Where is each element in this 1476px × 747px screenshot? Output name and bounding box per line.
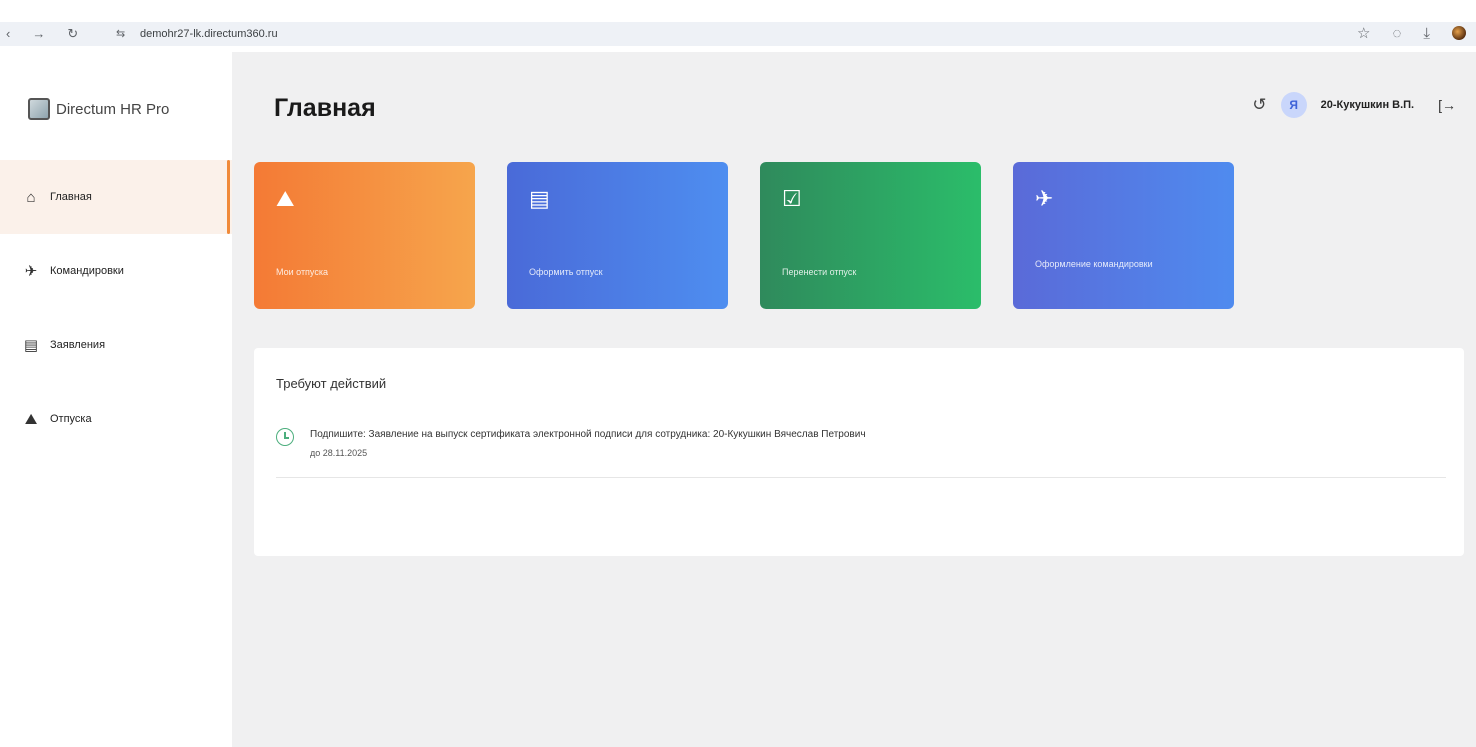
tile-reschedule-vacation[interactable]: ☑ Перенести отпуск bbox=[760, 162, 981, 309]
sidebar-item-label: Главная bbox=[50, 191, 92, 203]
calendar-check-icon: ☑ bbox=[782, 186, 802, 211]
extensions-icon[interactable]: ◌ bbox=[1392, 25, 1401, 42]
logout-icon[interactable]: [→ bbox=[1438, 97, 1456, 113]
sidebar-item-vacations[interactable]: ⛰ Отпуска bbox=[0, 382, 232, 456]
history-icon[interactable]: ↺ bbox=[1252, 95, 1266, 115]
plane-icon: ✈ bbox=[1035, 186, 1054, 211]
tile-my-vacations[interactable]: ⛰ Мои отпуска bbox=[254, 162, 475, 309]
sidebar-item-home[interactable]: ⌂ Главная bbox=[0, 160, 232, 234]
sidebar-item-label: Командировки bbox=[50, 265, 124, 277]
page-title: Главная bbox=[274, 94, 376, 122]
tile-request-vacation[interactable]: ▤ Оформить отпуск bbox=[507, 162, 728, 309]
logo-icon bbox=[28, 98, 50, 120]
browser-toolbar: ‹ → ↻ ⇆ demohr27-lk.directum360.ru ☆ ◌ ⤓ bbox=[0, 0, 1476, 52]
tile-business-trip[interactable]: ✈ Оформление командировки bbox=[1013, 162, 1234, 309]
sidebar-nav: ⌂ Главная ✈ Командировки ▤ Заявления ⛰ О… bbox=[0, 160, 232, 456]
mountains-icon: ⛰ bbox=[24, 410, 38, 428]
clock-icon bbox=[276, 428, 294, 446]
star-icon[interactable]: ☆ bbox=[1357, 24, 1370, 42]
logo[interactable]: Directum HR Pro bbox=[28, 98, 169, 120]
tile-label: Оформить отпуск bbox=[529, 267, 603, 277]
avatar[interactable]: Я bbox=[1280, 92, 1307, 118]
list-item[interactable]: Подпишите: Заявление на выпуск сертифика… bbox=[276, 426, 1446, 478]
forward-icon[interactable]: → bbox=[32, 26, 45, 42]
tile-label: Оформление командировки bbox=[1035, 259, 1153, 269]
panel-title: Требуют действий bbox=[276, 376, 387, 391]
sidebar: Directum HR Pro ⌂ Главная ✈ Командировки… bbox=[0, 52, 232, 747]
document-icon: ▤ bbox=[529, 186, 550, 211]
sidebar-item-business-trips[interactable]: ✈ Командировки bbox=[0, 234, 232, 308]
action-text[interactable]: Подпишите: Заявление на выпуск сертифика… bbox=[310, 429, 866, 440]
logo-text: Directum HR Pro bbox=[56, 100, 170, 118]
back-icon[interactable]: ‹ bbox=[6, 26, 10, 42]
action-due-date: до 28.11.2025 bbox=[310, 448, 368, 458]
tile-label: Перенести отпуск bbox=[782, 267, 857, 277]
user-name[interactable]: 20-Кукушкин В.П. bbox=[1321, 99, 1414, 111]
url-text[interactable]: demohr27-lk.directum360.ru bbox=[140, 28, 278, 40]
site-settings-icon[interactable]: ⇆ bbox=[116, 27, 125, 40]
profile-icon[interactable] bbox=[1452, 26, 1466, 40]
header-user-area: ↺ Я 20-Кукушкин В.П. [→ bbox=[1252, 92, 1456, 118]
clipboard-icon: ▤ bbox=[23, 337, 39, 354]
sidebar-item-label: Заявления bbox=[50, 339, 106, 351]
download-icon[interactable]: ⤓ bbox=[1423, 25, 1430, 42]
sidebar-item-label: Отпуска bbox=[50, 413, 92, 425]
required-actions-panel: Требуют действий Подпишите: Заявление на… bbox=[254, 348, 1464, 556]
main-content: Главная ↺ Я 20-Кукушкин В.П. [→ ⛰ Мои от… bbox=[232, 52, 1476, 747]
sidebar-item-applications[interactable]: ▤ Заявления bbox=[0, 308, 232, 382]
home-icon: ⌂ bbox=[26, 188, 36, 206]
quick-actions: ⛰ Мои отпуска ▤ Оформить отпуск ☑ Перене… bbox=[254, 162, 1234, 309]
mountains-icon: ⛰ bbox=[276, 186, 295, 211]
plane-icon: ✈ bbox=[24, 263, 38, 280]
reload-icon[interactable]: ↻ bbox=[67, 26, 78, 42]
tile-label: Мои отпуска bbox=[276, 267, 328, 277]
